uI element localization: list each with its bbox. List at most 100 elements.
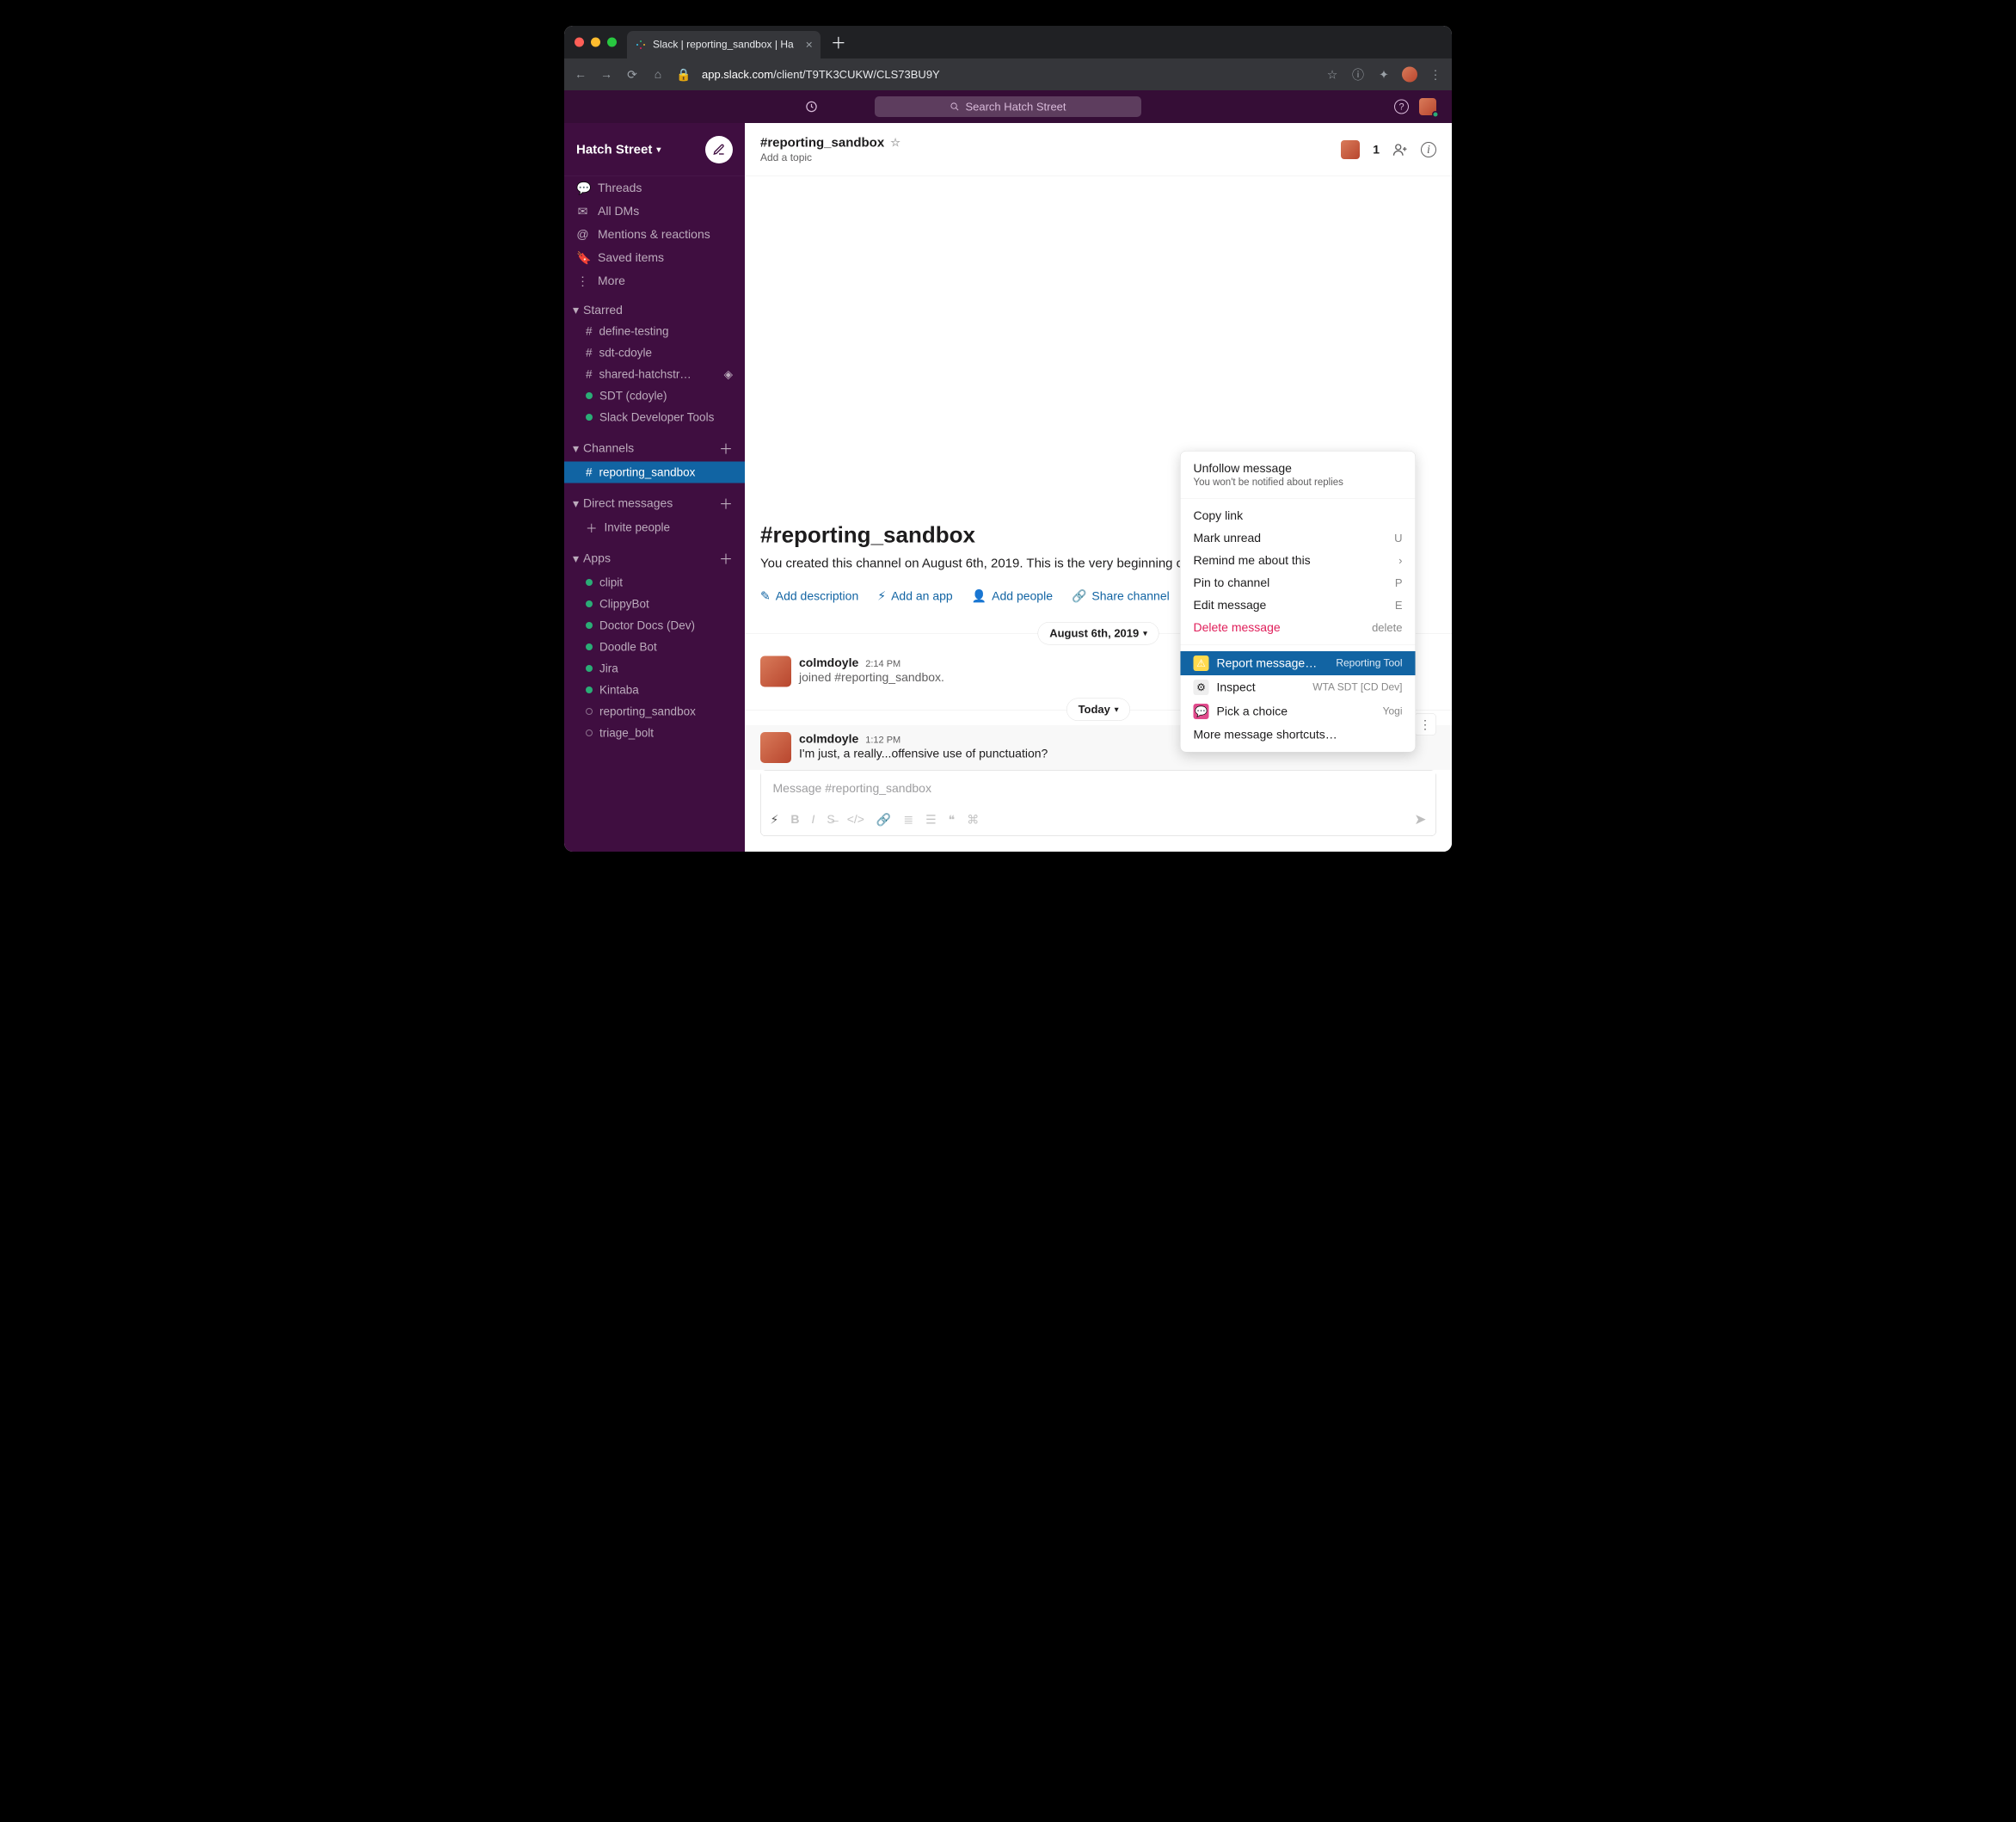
browser-tab[interactable]: Slack | reporting_sandbox | Ha × xyxy=(627,31,821,58)
workspace-switcher[interactable]: Hatch Street ▾ xyxy=(576,142,661,157)
star-icon[interactable]: ☆ xyxy=(890,136,900,150)
date-pill[interactable]: Today▾ xyxy=(1066,699,1130,722)
app-item[interactable]: reporting_sandbox xyxy=(564,701,745,723)
section-starred[interactable]: ▾Starred xyxy=(564,299,745,321)
channel-item-reporting-sandbox[interactable]: #reporting_sandbox xyxy=(564,462,745,483)
message-author[interactable]: colmdoyle xyxy=(799,732,858,746)
menu-unfollow[interactable]: Unfollow message You won't be notified a… xyxy=(1181,458,1416,493)
more-icon: ⋮ xyxy=(576,274,589,288)
profile-avatar[interactable] xyxy=(1402,67,1417,83)
channel-header: #reporting_sandbox ☆ Add a topic 1 i xyxy=(745,123,1452,176)
message-author[interactable]: colmdoyle xyxy=(799,656,858,670)
menu-edit[interactable]: Edit messageE xyxy=(1181,594,1416,617)
italic-icon[interactable]: I xyxy=(811,813,814,827)
date-pill[interactable]: August 6th, 2019▾ xyxy=(1038,622,1159,645)
avatar[interactable] xyxy=(760,656,791,687)
nav-mentions[interactable]: @Mentions & reactions xyxy=(564,223,745,246)
bookmark-star-icon[interactable]: ☆ xyxy=(1325,67,1340,82)
menu-copy-link[interactable]: Copy link xyxy=(1181,505,1416,527)
avatar[interactable] xyxy=(760,732,791,763)
menu-pin[interactable]: Pin to channelP xyxy=(1181,572,1416,594)
codeblock-icon[interactable]: ⌘ xyxy=(967,812,979,827)
details-icon[interactable]: i xyxy=(1421,142,1436,157)
help-icon[interactable]: ? xyxy=(1394,100,1409,114)
shortcuts-icon[interactable]: ⚡︎ xyxy=(771,812,779,827)
section-channels[interactable]: ▾Channels ＋ xyxy=(564,435,745,462)
app-item[interactable]: ClippyBot xyxy=(564,594,745,615)
window-close[interactable] xyxy=(575,38,584,47)
back-button[interactable]: ← xyxy=(573,68,588,82)
menu-remind[interactable]: Remind me about this› xyxy=(1181,550,1416,572)
nav-threads[interactable]: 💬Threads xyxy=(564,176,745,200)
new-tab-button[interactable]: ＋ xyxy=(831,31,846,53)
tab-close-icon[interactable]: × xyxy=(806,38,813,52)
formatting-toolbar: ⚡︎ B I S̶ </> 🔗 ≣ ☰ ❝ ⌘ ➤ xyxy=(761,807,1436,836)
threads-icon: 💬 xyxy=(576,181,589,195)
window-maximize[interactable] xyxy=(607,38,617,47)
nav-more[interactable]: ⋮More xyxy=(564,269,745,292)
add-app-link[interactable]: ⚡︎Add an app xyxy=(877,589,952,604)
add-description-link[interactable]: ✎Add description xyxy=(760,589,858,604)
reload-button[interactable]: ⟳ xyxy=(624,67,640,82)
menu-mark-unread[interactable]: Mark unreadU xyxy=(1181,527,1416,550)
compose-button[interactable] xyxy=(705,136,733,163)
starred-item[interactable]: #define-testing xyxy=(564,321,745,342)
app-item[interactable]: Jira xyxy=(564,658,745,680)
lightning-icon: ⚡︎ xyxy=(877,589,886,604)
app-item[interactable]: triage_bolt xyxy=(564,723,745,744)
link-icon[interactable]: 🔗 xyxy=(876,812,891,827)
starred-item[interactable]: #sdt-cdoyle xyxy=(564,342,745,364)
send-button[interactable]: ➤ xyxy=(1414,811,1426,828)
caret-down-icon: ▾ xyxy=(573,496,579,511)
history-icon[interactable] xyxy=(805,101,818,114)
caret-down-icon: ▾ xyxy=(573,303,579,317)
starred-item[interactable]: #shared-hatchstr…◈ xyxy=(564,364,745,385)
strike-icon[interactable]: S̶ xyxy=(827,813,834,827)
window-minimize[interactable] xyxy=(591,38,600,47)
share-channel-link[interactable]: 🔗Share channel xyxy=(1072,589,1170,604)
message-composer[interactable]: ⚡︎ B I S̶ </> 🔗 ≣ ☰ ❝ ⌘ ➤ xyxy=(760,770,1436,836)
menu-more-shortcuts[interactable]: More message shortcuts… xyxy=(1181,723,1416,746)
starred-item[interactable]: Slack Developer Tools xyxy=(564,407,745,428)
add-app-button[interactable]: ＋ xyxy=(719,549,733,569)
extensions-icon[interactable]: ✦ xyxy=(1376,67,1392,82)
browser-menu-icon[interactable]: ⋮ xyxy=(1428,67,1443,82)
section-dms[interactable]: ▾Direct messages ＋ xyxy=(564,490,745,517)
pencil-icon: ✎ xyxy=(760,589,771,604)
nav-saved[interactable]: 🔖Saved items xyxy=(564,246,745,269)
add-people-link[interactable]: 👤Add people xyxy=(972,589,1053,604)
slack-top-bar: Search Hatch Street ? xyxy=(564,90,1452,123)
member-avatar[interactable] xyxy=(1341,140,1360,159)
app-item[interactable]: Kintaba xyxy=(564,680,745,701)
bold-icon[interactable]: B xyxy=(790,813,799,827)
message-more-actions[interactable]: ⋮ xyxy=(1414,713,1436,736)
app-item[interactable]: clipit xyxy=(564,572,745,594)
app-item[interactable]: Doctor Docs (Dev) xyxy=(564,615,745,637)
url-text[interactable]: app.slack.com/client/T9TK3CUKW/CLS73BU9Y xyxy=(702,68,1314,82)
add-people-icon[interactable] xyxy=(1392,142,1408,157)
menu-pick-choice[interactable]: 💬Pick a choice Yogi xyxy=(1181,699,1416,723)
nav-all-dms[interactable]: ✉︎All DMs xyxy=(564,200,745,223)
menu-report-message[interactable]: ⚠︎Report message… Reporting Tool xyxy=(1181,651,1416,675)
forward-button[interactable]: → xyxy=(599,68,614,82)
add-channel-button[interactable]: ＋ xyxy=(719,439,733,459)
composer-input[interactable] xyxy=(761,771,1436,807)
info-icon[interactable]: ⓘ xyxy=(1350,66,1366,83)
section-apps[interactable]: ▾Apps ＋ xyxy=(564,545,745,572)
starred-item[interactable]: SDT (cdoyle) xyxy=(564,385,745,407)
channel-topic[interactable]: Add a topic xyxy=(760,151,900,163)
menu-inspect[interactable]: ⚙︎Inspect WTA SDT [CD Dev] xyxy=(1181,675,1416,699)
browser-titlebar: Slack | reporting_sandbox | Ha × ＋ xyxy=(564,26,1452,58)
menu-delete[interactable]: Delete messagedelete xyxy=(1181,617,1416,639)
code-icon[interactable]: </> xyxy=(847,813,864,827)
channel-title[interactable]: #reporting_sandbox ☆ xyxy=(760,135,900,150)
blockquote-icon[interactable]: ❝ xyxy=(949,812,956,827)
app-item[interactable]: Doodle Bot xyxy=(564,637,745,658)
chevron-right-icon: › xyxy=(1398,554,1402,568)
home-button[interactable]: ⌂ xyxy=(650,68,666,82)
invite-people[interactable]: ＋Invite people xyxy=(564,517,745,539)
ordered-list-icon[interactable]: ≣ xyxy=(903,812,913,827)
bullet-list-icon[interactable]: ☰ xyxy=(925,812,937,827)
search-input[interactable]: Search Hatch Street xyxy=(875,96,1141,117)
add-dm-button[interactable]: ＋ xyxy=(719,494,733,514)
